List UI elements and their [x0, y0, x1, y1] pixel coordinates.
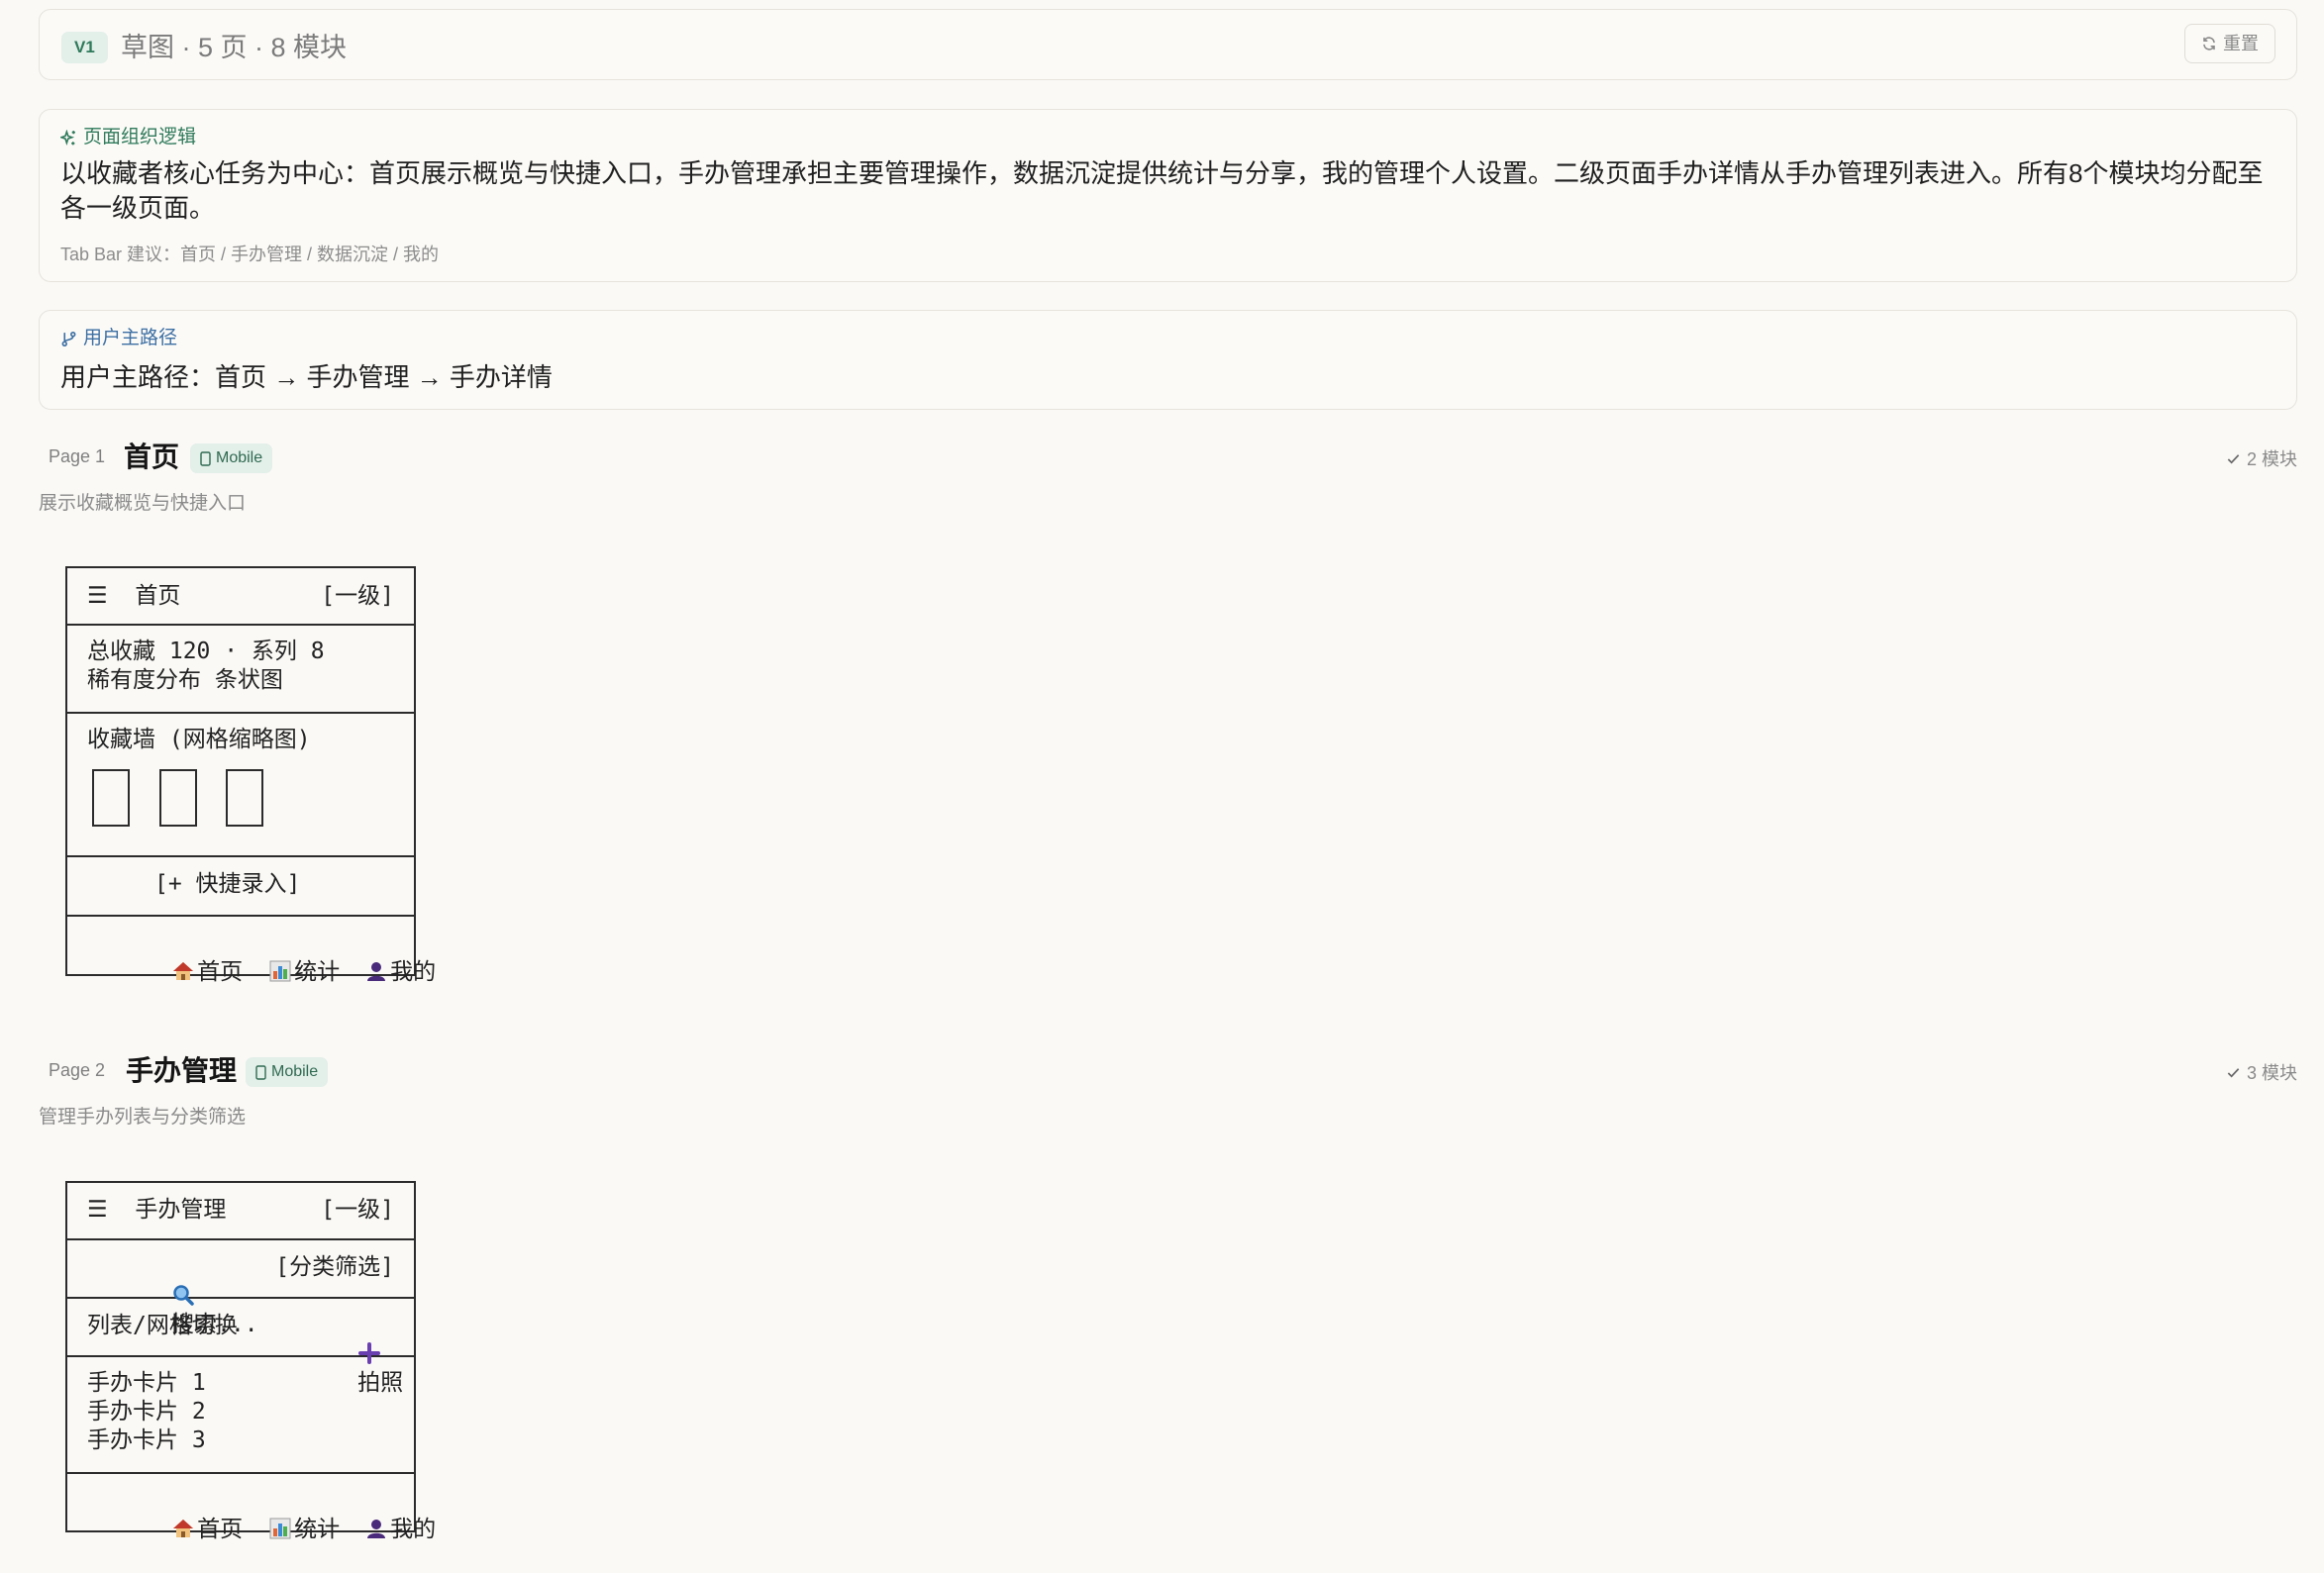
page-logic-heading: 页面组织逻辑 [60, 126, 196, 149]
wire-collection-wall: 收藏墙 (网格缩略图) [65, 714, 416, 857]
wire-header-level: [一级] [321, 583, 394, 609]
version-badge: V1 [61, 32, 108, 63]
page-logic-heading-text: 页面组织逻辑 [83, 127, 197, 147]
wire-stats-line-1: 总收藏 120 · 系列 8 [87, 639, 325, 664]
wire-category-filter[interactable]: [分类筛选] [275, 1253, 394, 1282]
page-1-header: Page 1 首页 Mobile 2 模块 [39, 438, 2297, 477]
page-name: 手办管理 [126, 1055, 238, 1086]
wire-quick-entry-button[interactable]: [+ 快捷录入] [154, 870, 300, 899]
page-name: 首页 [124, 442, 180, 472]
reset-button[interactable]: 重置 [2184, 24, 2275, 63]
wire-header-level: [一级] [321, 1197, 394, 1223]
user-path-card: 用户主路径 用户主路径：首页 → 手办管理 → 手办详情 [39, 310, 2297, 410]
wire-stats-section: 总收藏 120 · 系列 8 稀有度分布 条状图 [65, 626, 416, 714]
page-1-wireframe: ☰ 首页 [一级] 总收藏 120 · 系列 8 稀有度分布 条状图 收藏墙 (… [65, 566, 436, 985]
refresh-icon [2203, 37, 2215, 50]
wire-tab-me[interactable]: 我的 [282, 930, 436, 1016]
wire-card-list: 手办卡片 1 手办卡片 2 手办卡片 3 [65, 1357, 416, 1474]
wire-stats-line-2: 稀有度分布 条状图 [87, 667, 283, 693]
page-logic-text: 以收藏者核心任务为中心：首页展示概览与快捷入口，手办管理承担主要管理操作，数据沉… [60, 158, 2264, 223]
phone-icon [255, 1064, 266, 1080]
wire-search-row: 搜索... [分类筛选] [65, 1240, 416, 1337]
phone-icon [200, 450, 211, 466]
wire-header: ☰ 手办管理 [一级] [65, 1181, 416, 1240]
wire-header-title: ☰ 手办管理 [87, 1197, 227, 1223]
sketch-header-bar: V1 草图 · 5 页 · 8 模块 重置 [39, 9, 2297, 80]
wire-thumbnail [159, 769, 197, 827]
wire-tab-me[interactable]: 我的 [282, 1487, 436, 1573]
user-path-text: 用户主路径：首页 → 手办管理 → 手办详情 [60, 362, 553, 392]
page-2-wireframe: ☰ 手办管理 [一级] 搜索... [分类筛选] 列表/网格切换 拍照 手办卡片… [65, 1181, 436, 1542]
page-2-description: 管理手办列表与分类筛选 [39, 1107, 247, 1128]
wire-tab-me-label: 我的 [390, 959, 437, 985]
check-icon [2227, 453, 2240, 463]
sketch-summary-title: 草图 · 5 页 · 8 模块 [121, 33, 348, 62]
tab-bar-hint: Tab Bar 建议：首页 / 手办管理 / 数据沉淀 / 我的 [60, 245, 440, 264]
module-count: 3 模块 [2226, 1059, 2297, 1085]
wire-tab-bar: 首页 统计 我的 [65, 1474, 436, 1542]
mobile-badge: Mobile [190, 443, 273, 473]
git-branch-icon [61, 331, 76, 346]
user-path-heading: 用户主路径 [60, 327, 177, 350]
mobile-badge-label: Mobile [216, 449, 263, 466]
wire-header: ☰ 首页 [一级] [65, 566, 416, 626]
wire-tab-bar: 首页 统计 我的 [65, 917, 436, 985]
wire-figure-card[interactable]: 手办卡片 3 [87, 1426, 206, 1455]
user-icon [367, 962, 386, 981]
user-icon [367, 1520, 386, 1538]
check-icon [2227, 1067, 2240, 1077]
wire-tab-me-label: 我的 [390, 1517, 437, 1542]
wire-header-title: ☰ 首页 [87, 583, 181, 609]
page-number: Page 2 [49, 1060, 106, 1080]
wire-wall-title: 收藏墙 (网格缩略图) [87, 727, 311, 752]
page-1-description: 展示收藏概览与快捷入口 [39, 493, 247, 514]
wire-thumbnail [92, 769, 130, 827]
wire-figure-card[interactable]: 手办卡片 1 [87, 1369, 206, 1398]
sparkle-icon [60, 129, 75, 146]
module-count-label: 2 模块 [2246, 449, 2297, 469]
wire-view-toggle[interactable]: 列表/网格切换 [87, 1312, 238, 1340]
user-path-heading-text: 用户主路径 [83, 328, 178, 348]
page-2-header: Page 2 手办管理 Mobile 3 模块 [39, 1051, 2297, 1091]
module-count-label: 3 模块 [2246, 1063, 2297, 1083]
mobile-badge-label: Mobile [271, 1063, 319, 1080]
reset-label: 重置 [2223, 34, 2259, 53]
wire-figure-card[interactable]: 手办卡片 2 [87, 1398, 206, 1426]
wire-quick-entry-section: [+ 快捷录入] [65, 857, 416, 917]
wire-thumbnail [226, 769, 263, 827]
module-count: 2 模块 [2226, 445, 2297, 471]
page-logic-card: 页面组织逻辑 以收藏者核心任务为中心：首页展示概览与快捷入口，手办管理承担主要管… [39, 109, 2297, 282]
page-number: Page 1 [49, 446, 106, 466]
mobile-badge: Mobile [246, 1057, 329, 1087]
wire-view-toggle-row: 列表/网格切换 拍照 [65, 1299, 416, 1396]
